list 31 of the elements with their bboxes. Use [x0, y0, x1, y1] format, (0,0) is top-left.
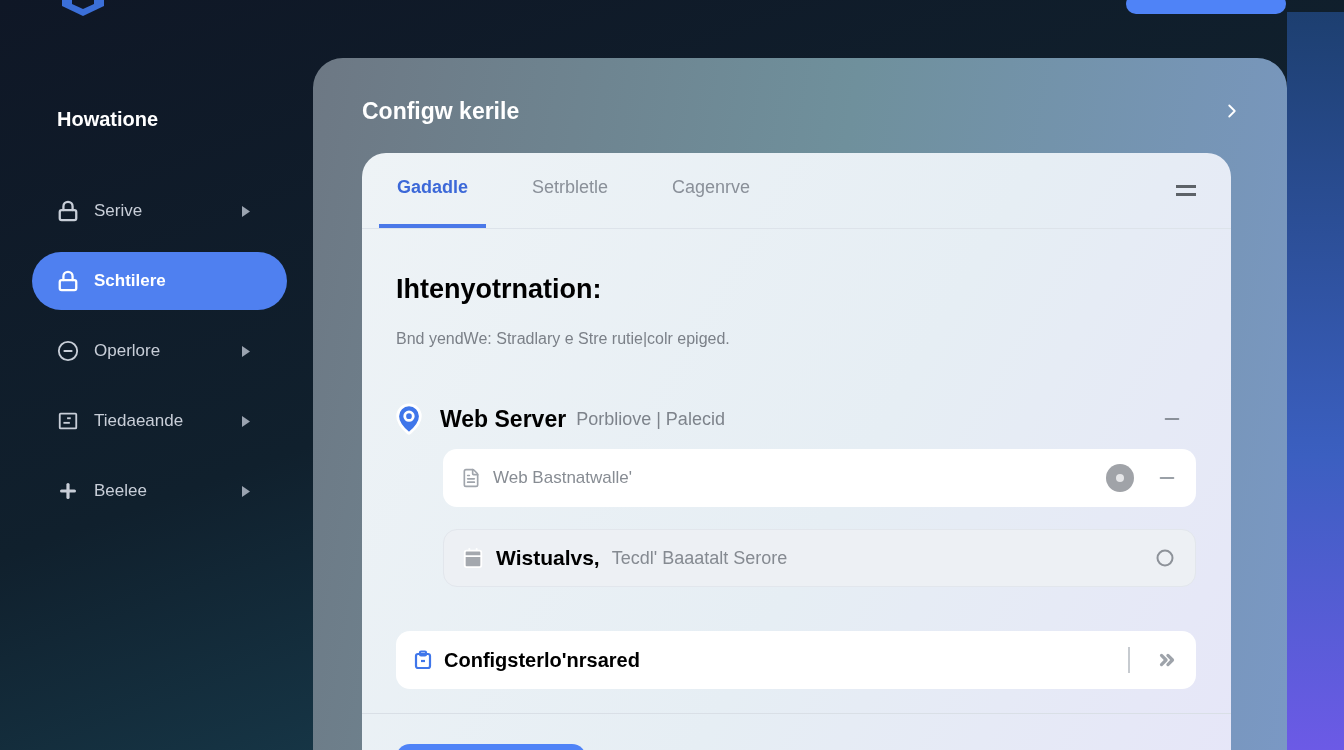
plus-icon: [57, 480, 79, 502]
select-field[interactable]: Wistualvs, Tecdl' Baaatalt Serore: [443, 529, 1196, 587]
circle-icon: [1155, 548, 1175, 568]
description-text: Bnd yendWe: Stradlary e Stre rutie|colr epiged.: [396, 329, 731, 349]
sidebar-item[interactable]: Operlore: [32, 322, 287, 380]
select-hint: Tecdl' Baaatalt Serore: [611, 546, 789, 570]
lock-icon: [57, 200, 79, 222]
sidebar-item[interactable]: Beelee: [32, 462, 287, 520]
placeholder-text: Web Bastnatwalle': [493, 467, 633, 490]
top-button[interactable]: [1126, 0, 1286, 14]
document-icon: [461, 468, 481, 488]
section-title: Web Server: [440, 404, 567, 434]
select-value: Wistualvs,: [496, 545, 600, 572]
clipboard-icon: [414, 650, 432, 670]
calendar-icon: [462, 547, 484, 569]
sidebar-item[interactable]: Schtilere: [32, 252, 287, 310]
lock-icon: [57, 270, 79, 292]
sidebar-heading: Howatione: [57, 107, 159, 132]
minus-circle-icon: [57, 340, 79, 362]
card-icon: [57, 410, 79, 432]
sidebar-item[interactable]: Tiedaeande: [32, 392, 287, 450]
section-heading: Ihtenyotrnation:: [396, 272, 603, 306]
input-field[interactable]: Web Bastnatwalle': [443, 449, 1196, 507]
tab[interactable]: Gadadle: [379, 151, 487, 228]
config-field[interactable]: Configsterlo'nrsared: [396, 631, 1196, 689]
menu-icon[interactable]: [1176, 184, 1196, 197]
field-value: Configsterlo'nrsared: [444, 648, 641, 673]
circle-toggle-icon: [1106, 464, 1134, 492]
sidebar-item[interactable]: Serive: [32, 182, 287, 240]
section-subtitle: Porbliove | Palecid: [576, 407, 725, 431]
panel-title: Configw kerile: [362, 97, 520, 126]
